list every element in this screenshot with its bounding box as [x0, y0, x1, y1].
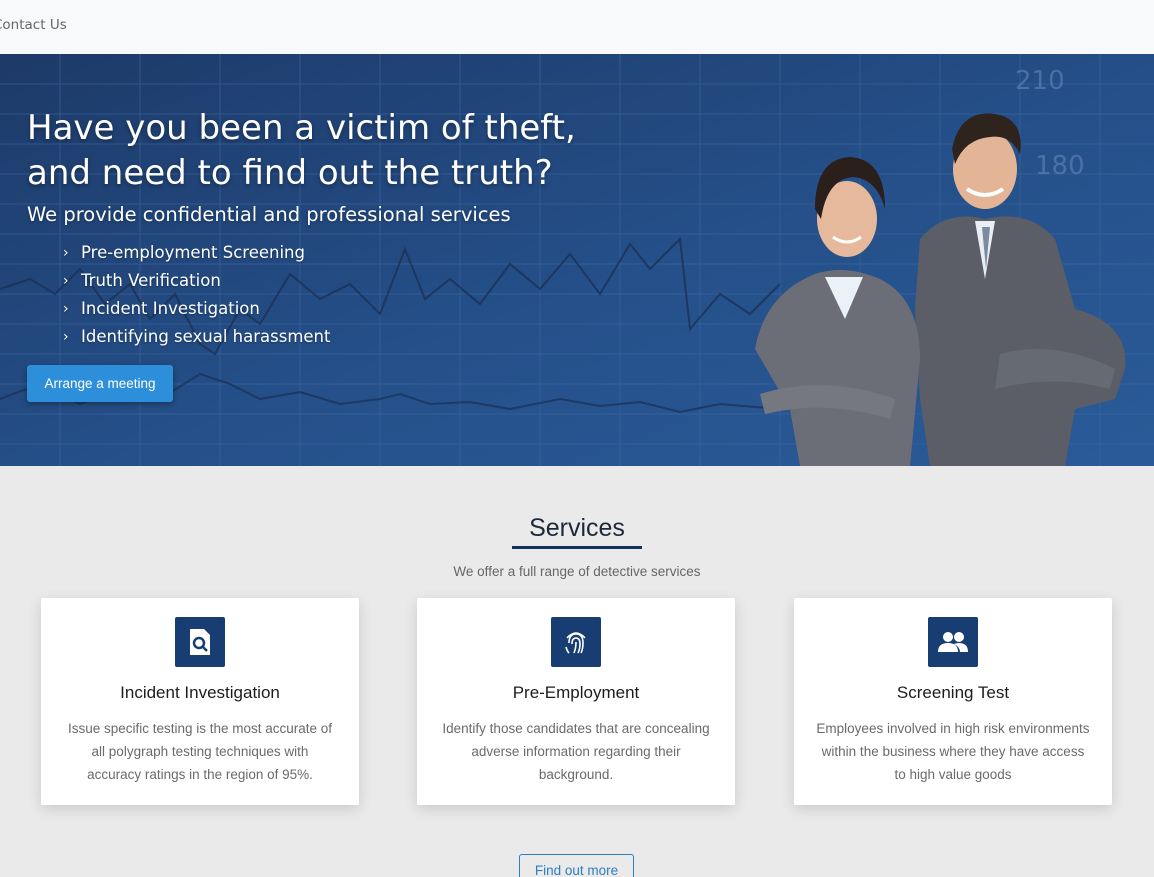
bullet-label: Truth Verification — [81, 271, 221, 290]
service-card-description: Issue specific testing is the most accur… — [67, 721, 333, 782]
services-subtitle: We offer a full range of detective servi… — [453, 564, 701, 579]
service-card-screening-test: Screening Test Employees involved in hig… — [794, 598, 1112, 805]
find-out-more-button[interactable]: Find out more — [519, 854, 634, 877]
heading-underline — [512, 546, 642, 549]
bullet-item: › Truth Verification — [63, 267, 330, 295]
bullet-item: › Identifying sexual harassment — [63, 323, 330, 351]
chart-number-210: 210 — [1015, 66, 1065, 96]
fingerprint-icon — [551, 617, 601, 667]
service-card-pre-employment: Pre-Employment Identify those candidates… — [417, 598, 735, 805]
bullet-item: › Incident Investigation — [63, 295, 330, 323]
top-navbar: Contact Us — [0, 0, 1154, 54]
arrange-meeting-button[interactable]: Arrange a meeting — [27, 365, 173, 402]
bullet-label: Identifying sexual harassment — [81, 327, 331, 346]
document-search-icon — [175, 617, 225, 667]
bullet-item: › Pre-employment Screening — [63, 239, 330, 267]
bullet-label: Pre-employment Screening — [81, 243, 305, 262]
bullet-label: Incident Investigation — [81, 299, 260, 318]
service-card-description: Identify those candidates that are conce… — [442, 721, 710, 782]
chevron-right-icon: › — [63, 301, 69, 317]
users-icon — [928, 617, 978, 667]
service-card-title: Incident Investigation — [120, 683, 280, 702]
hero-headline: Have you been a victim of theft, and nee… — [27, 106, 647, 196]
service-card-title: Pre-Employment — [512, 683, 640, 702]
services-heading: Services — [529, 514, 625, 542]
chevron-right-icon: › — [63, 329, 69, 345]
nav-link-contact-us[interactable]: Contact Us — [0, 17, 67, 33]
hero-subheadline: We provide confidential and professional… — [27, 203, 511, 226]
chevron-right-icon: › — [63, 273, 69, 289]
hero-banner: 210 180 Have you been a victim of theft,… — [0, 54, 1154, 466]
business-people-image — [755, 113, 1126, 466]
hero-bullet-list: › Pre-employment Screening › Truth Verific… — [63, 239, 330, 351]
service-card-title: Screening Test — [896, 683, 1010, 702]
service-card-incident-investigation: Incident Investigation Issue specific te… — [41, 598, 359, 805]
hero-headline-line2: and need to find out the truth? — [27, 153, 553, 193]
chevron-right-icon: › — [63, 245, 69, 261]
service-card-description: Employees involved in high risk environm… — [816, 721, 1090, 782]
hero-headline-line1: Have you been a victim of theft, — [27, 108, 576, 148]
